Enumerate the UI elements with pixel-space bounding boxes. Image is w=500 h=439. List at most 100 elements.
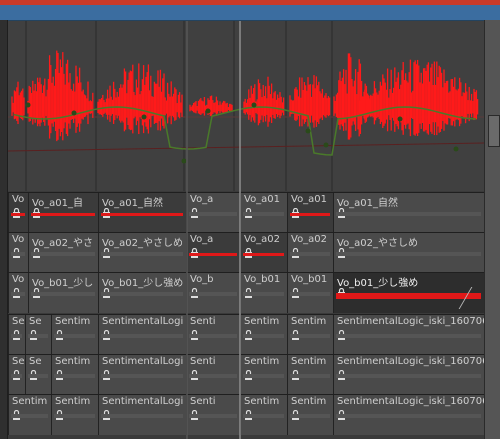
clip-name: Vo_b01 [244,274,281,285]
track-row: Sentim Sentim SentimentalLogi Senti Sentim Se… [8,394,484,435]
clip-name: Vo_b [190,274,214,285]
clip-name: Vo_a02_やさしめ [102,238,184,249]
audio-clip[interactable]: Se [25,315,51,355]
audio-clip[interactable]: Sentim [287,315,333,355]
clip-waveform [243,292,284,296]
audio-clip[interactable]: SentimentalLogi [98,315,186,355]
audio-clip[interactable]: Vo_a01_自然 [98,193,186,233]
clip-waveform [54,334,95,338]
audio-clip[interactable]: Vo_b01_少し強め [98,273,186,313]
clip-name: Vo_b01 [291,274,328,285]
clip-name: Vo [12,274,25,285]
audio-clip[interactable]: Sentim [51,395,98,435]
clip-waveform [290,252,330,256]
audio-clip[interactable]: SentimentalLogic_iski_160706_ [333,395,484,435]
audio-clip[interactable]: Vo_b01_少し強め [333,273,484,313]
clip-waveform [189,334,237,338]
audio-clip[interactable]: Vo_a01_自 [28,193,98,233]
clip-name: Senti [190,316,216,327]
audio-clip[interactable]: Se [25,355,51,395]
clip-waveform [101,292,183,296]
clip-name: SentimentalLogic_iski_160706_ [337,396,484,407]
clip-waveform [189,253,237,256]
waveform-display[interactable] [8,21,484,191]
waveform-editor[interactable] [8,21,484,191]
clip-waveform [336,212,481,216]
clip-waveform [189,292,237,296]
clip-name: Vo [12,234,25,245]
audio-clip[interactable]: Vo_a02 [287,233,333,273]
audio-clip[interactable]: Sentim [8,395,51,435]
pitch-node [305,128,311,134]
audio-clip[interactable]: Vo [8,233,28,273]
clip-waveform [54,414,95,418]
clip-name: Sentim [55,356,91,367]
audio-clip[interactable]: SentimentalLogi [98,355,186,395]
audio-clip[interactable]: SentimentalLogic_iski_160706_ [333,355,484,395]
clip-name: Vo_a01 [291,194,328,205]
track-row: Vo Vo_a01_自 Vo_a01_自然 Vo_a Vo_a01 Vo_a01 Vo_a0… [8,192,484,233]
playhead[interactable] [239,21,241,439]
audio-clip[interactable]: Sentim [240,355,287,395]
audio-clip[interactable]: Vo_b01 [240,273,287,313]
audio-clip[interactable]: Vo_a02_やさしめ [98,233,186,273]
clip-waveform [290,374,330,378]
clip-name: Senti [190,396,216,407]
audio-clip[interactable]: Vo_a01 [240,193,287,233]
pitch-node [205,108,211,114]
audio-clip[interactable]: Senti [186,355,240,395]
clip-waveform [31,292,95,296]
audio-clip[interactable]: Vo_b01_少し [28,273,98,313]
clip-waveform [243,414,284,418]
region-marker[interactable] [186,21,188,439]
audio-clip[interactable]: Vo_a02_やさ [28,233,98,273]
audio-clip[interactable]: Senti [186,315,240,355]
timeline-ruler[interactable] [0,5,500,21]
clip-name: Vo_b01_少し強め [102,278,184,289]
clip-name: Vo_a01_自然 [102,198,164,209]
clip-name: Vo_a [190,194,214,205]
clip-waveform [31,252,95,256]
clip-name: Vo_a [190,234,214,245]
clip-waveform [28,374,48,378]
audio-clip[interactable]: Sentim [51,355,98,395]
vertical-scrollbar[interactable] [484,20,500,439]
clip-name: Sentim [291,356,327,367]
clip-waveform [243,212,284,216]
audio-clip[interactable]: Se [8,355,25,395]
audio-clip[interactable]: Vo_a02 [240,233,287,273]
audio-clip[interactable]: Vo_a02_やさしめ [333,233,484,273]
audio-clip[interactable]: Sentim [240,315,287,355]
clip-name: Sentim [291,316,327,327]
pitch-node [453,146,459,152]
clip-name: Vo_a01_自然 [337,198,399,209]
clip-name: Sentim [291,396,327,407]
audio-clip[interactable]: Sentim [240,395,287,435]
audio-clip[interactable]: Senti [186,395,240,435]
audio-clip[interactable]: Sentim [287,395,333,435]
clip-name: Vo_a01_自 [32,198,84,209]
clip-waveform [11,213,25,216]
audio-clip[interactable]: Vo_b01 [287,273,333,313]
audio-clip[interactable]: Vo_b [186,273,240,313]
audio-clip[interactable]: Sentim [287,355,333,395]
audio-clip[interactable]: Vo_a [186,193,240,233]
clip-name: SentimentalLogic_iski_160706_ [337,356,484,367]
clip-waveform [101,414,183,418]
audio-clip[interactable]: Vo_a [186,233,240,273]
audio-clip[interactable]: Sentim [51,315,98,355]
clip-name: Se [12,316,25,327]
audio-clip[interactable]: Se [8,315,25,355]
audio-clip[interactable]: Vo_a01 [287,193,333,233]
audio-clip[interactable]: Vo [8,273,28,313]
audio-clip[interactable]: Vo [8,193,28,233]
clip-waveform [189,374,237,378]
clip-name: Sentim [244,316,280,327]
scroll-thumb[interactable] [488,115,500,147]
audio-clip[interactable]: Vo_a01_自然 [333,193,484,233]
audio-clip[interactable]: SentimentalLogic_iski_160706_ [333,315,484,355]
clip-name: SentimentalLogic_iski_160706_ [337,316,484,327]
clip-name: Vo_a01 [244,194,281,205]
audio-clip[interactable]: SentimentalLogi [98,395,186,435]
clip-waveform [54,374,95,378]
